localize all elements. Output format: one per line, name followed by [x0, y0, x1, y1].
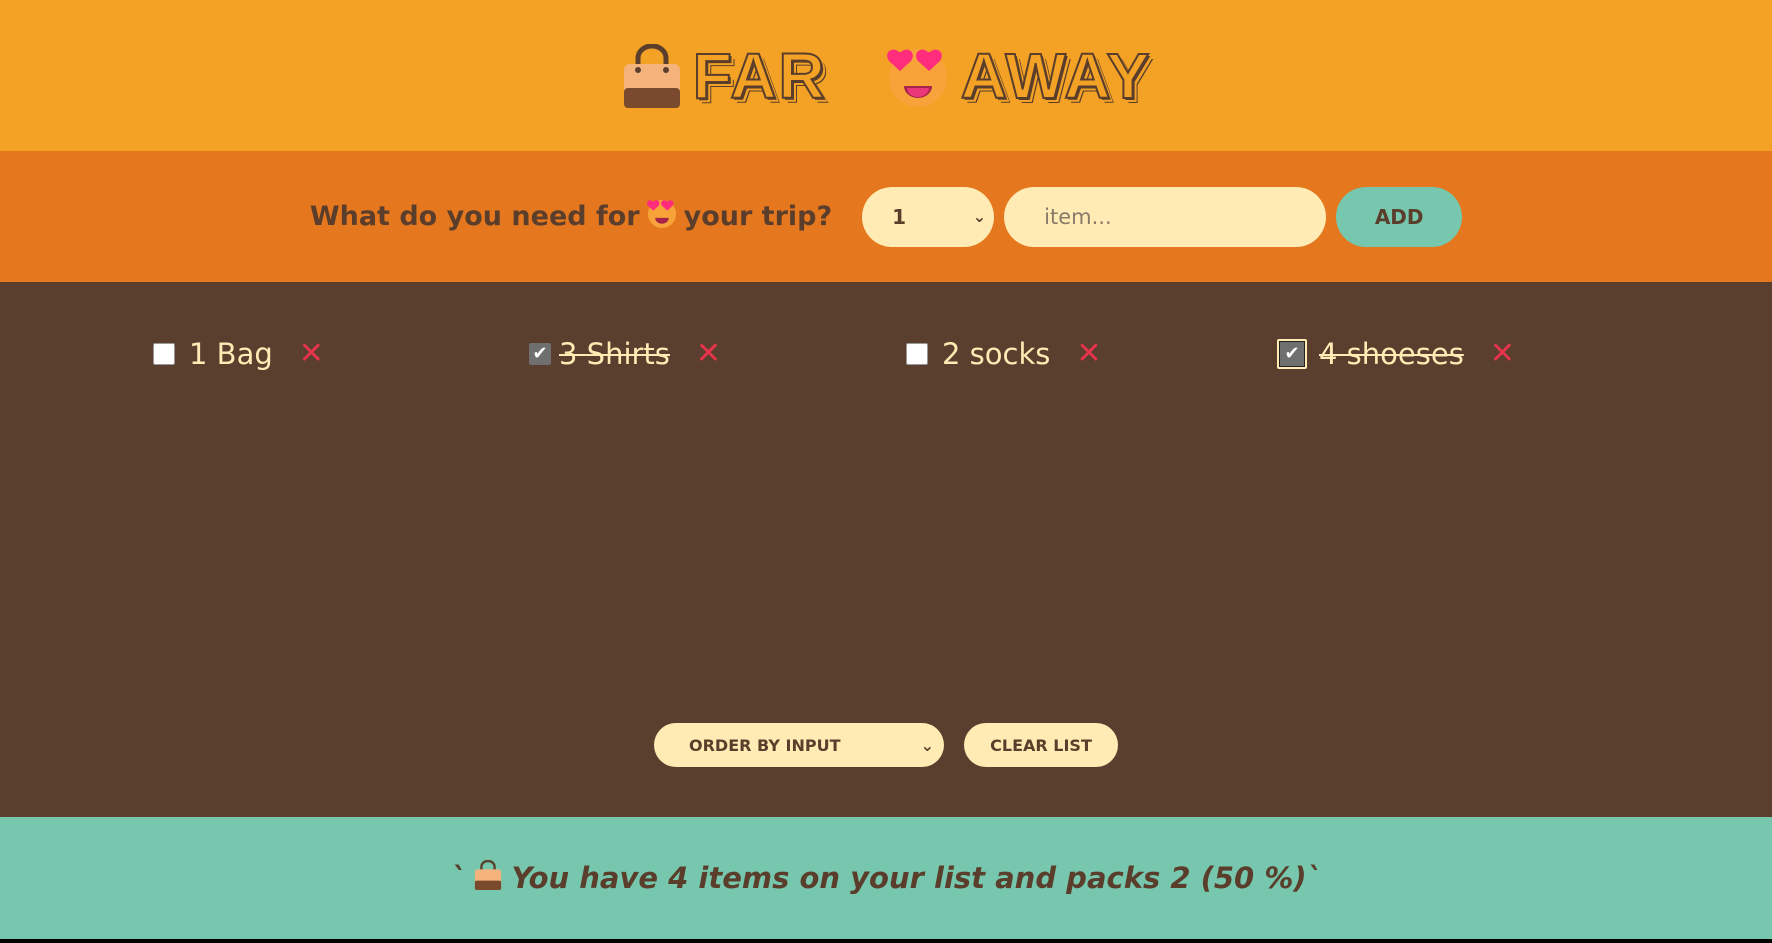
list-item: ✔ 4 shoeses ✕	[1277, 334, 1515, 374]
add-item-form: What do you need for your trip? 1 ⌄ ADD	[0, 151, 1772, 282]
delete-icon[interactable]: ✕	[1076, 339, 1101, 369]
stats-text: You have 4 items on your list and packs …	[511, 861, 1322, 895]
chevron-down-icon: ⌄	[920, 735, 934, 755]
packing-list: 1 Bag ✕ ✔ 3 Shirts ✕ 2 socks ✕ ✔ 4 shoes…	[0, 282, 1772, 817]
item-label: 4 shoeses	[1319, 337, 1464, 371]
delete-icon[interactable]: ✕	[299, 339, 324, 369]
item-label: 3 Shirts	[559, 337, 670, 371]
chevron-down-icon: ⌄	[972, 207, 987, 226]
form-question: What do you need for your trip?	[310, 197, 832, 236]
item-checkbox[interactable]: ✔	[529, 343, 551, 365]
delete-icon[interactable]: ✕	[696, 339, 721, 369]
stats-footer: ` You have 4 items on your list and pack…	[0, 817, 1772, 939]
quantity-value: 1	[892, 204, 907, 229]
quantity-select[interactable]: 1 ⌄	[862, 186, 995, 247]
delete-icon[interactable]: ✕	[1490, 339, 1515, 369]
clear-list-button[interactable]: CLEAR LIST	[964, 723, 1118, 767]
heart-eyes-face-icon	[885, 44, 951, 108]
logo: FAR AWAY	[621, 39, 1152, 113]
list-item: ✔ 3 Shirts ✕	[529, 334, 721, 374]
handbag-icon	[621, 43, 683, 108]
question-text-end: your trip?	[683, 201, 833, 232]
item-input[interactable]	[1004, 186, 1327, 247]
add-button[interactable]: ADD	[1336, 186, 1463, 247]
question-text: What do you need for	[309, 201, 640, 232]
app-header: FAR AWAY	[0, 0, 1772, 151]
item-label: 1 Bag	[189, 337, 273, 371]
sort-value: ORDER BY INPUT	[689, 735, 841, 755]
item-checkbox[interactable]	[153, 343, 175, 365]
heart-eyes-face-icon	[646, 197, 678, 236]
item-checkbox[interactable]	[906, 343, 928, 365]
stats-prefix: `	[450, 861, 466, 895]
list-item: 2 socks ✕	[906, 334, 1102, 374]
title-away: AWAY	[960, 39, 1152, 113]
list-actions: ORDER BY INPUT ⌄ CLEAR LIST	[0, 723, 1772, 767]
handbag-icon	[473, 859, 503, 897]
stats-message: ` You have 4 items on your list and pack…	[450, 859, 1322, 897]
item-label: 2 socks	[942, 337, 1051, 371]
list-item: 1 Bag ✕	[153, 334, 324, 374]
title-far: FAR	[692, 39, 827, 113]
item-checkbox[interactable]: ✔	[1277, 339, 1307, 369]
sort-select[interactable]: ORDER BY INPUT ⌄	[654, 723, 944, 767]
